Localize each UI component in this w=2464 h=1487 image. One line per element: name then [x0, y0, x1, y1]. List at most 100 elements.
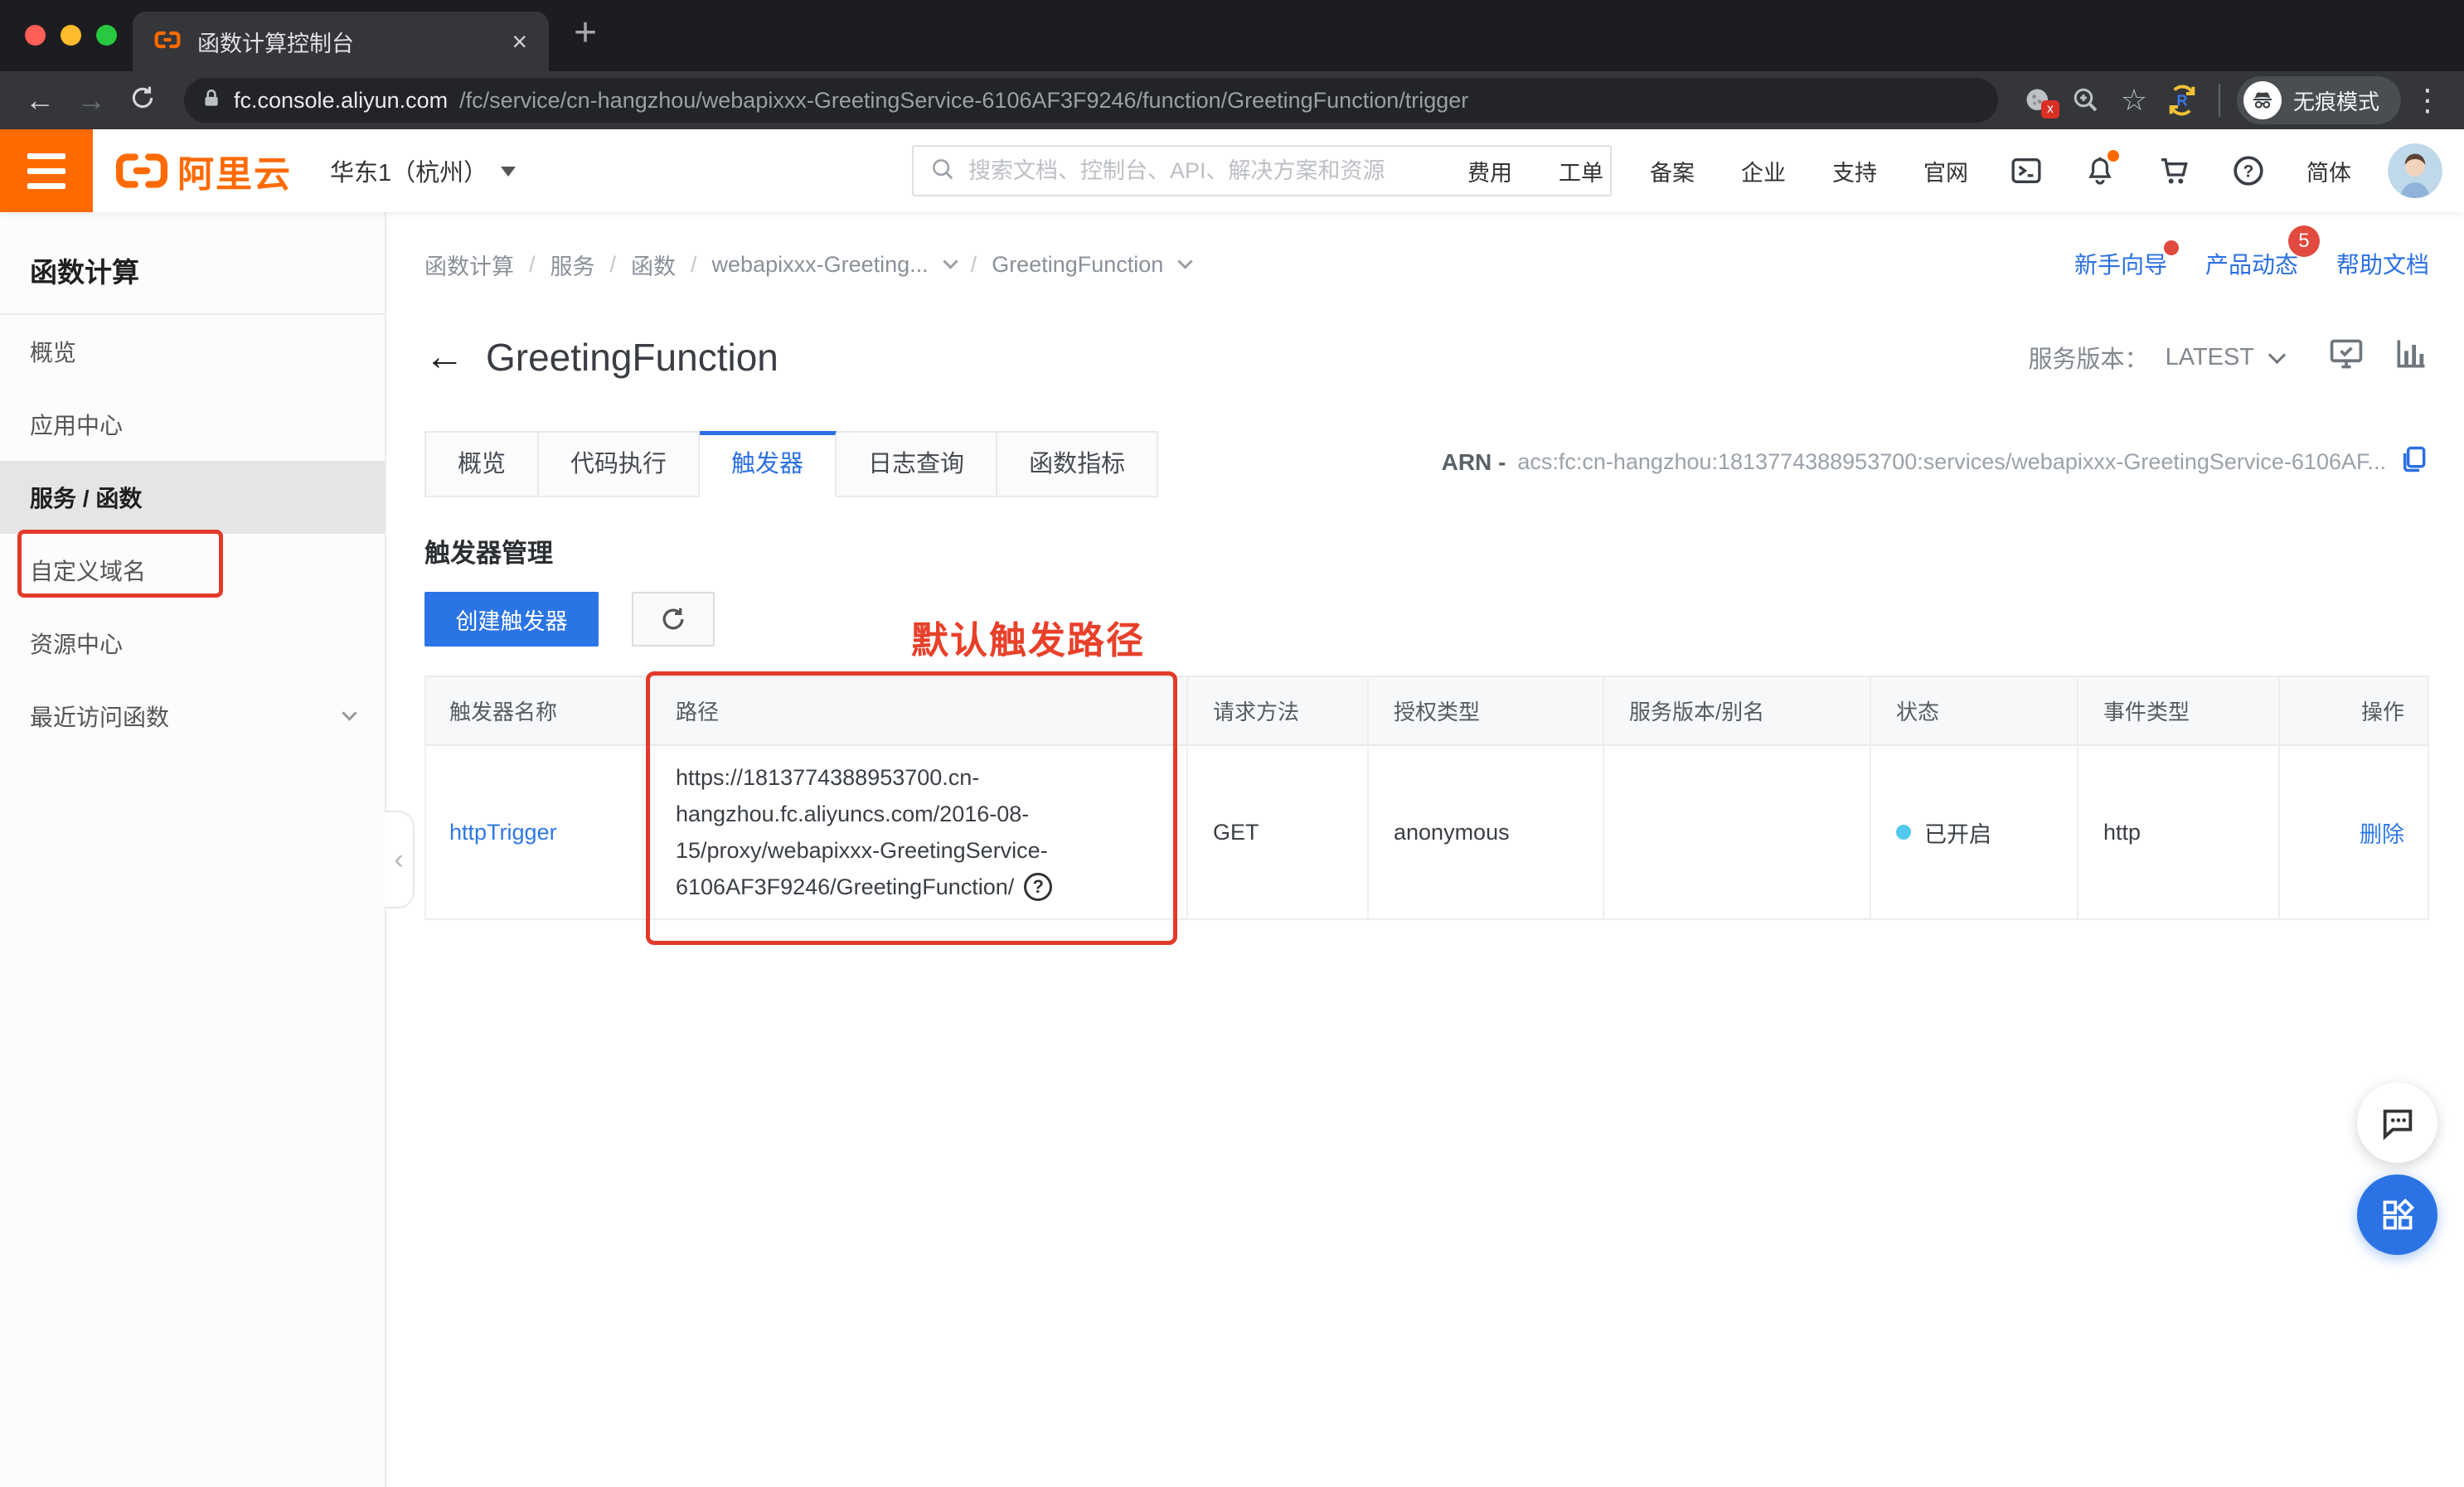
- minimize-window-button[interactable]: [61, 25, 81, 46]
- language-selector[interactable]: 简体: [2306, 155, 2351, 187]
- breadcrumb-function-name[interactable]: GreetingFunction: [992, 252, 1163, 278]
- tab-logs[interactable]: 日志查询: [837, 431, 998, 497]
- lock-icon: [201, 88, 222, 114]
- trigger-name-link[interactable]: httpTrigger: [449, 820, 557, 845]
- sidebar: 函数计算 概览 应用中心 服务 / 函数 自定义域名 资源中心 最近访问函数: [0, 212, 386, 1487]
- tab-code[interactable]: 代码执行: [539, 431, 701, 497]
- version-value: LATEST: [2165, 343, 2254, 371]
- news-badge: 5: [2287, 225, 2320, 257]
- close-window-button[interactable]: [25, 25, 46, 46]
- fullscreen-window-button[interactable]: [96, 25, 117, 46]
- aliyun-logo-icon: [116, 153, 167, 188]
- back-arrow-icon[interactable]: ←: [424, 337, 464, 377]
- back-icon[interactable]: ←: [18, 85, 61, 115]
- sidebar-item-recent-functions[interactable]: 最近访问函数: [0, 680, 385, 753]
- screenshot-root: 函数计算控制台 × + ← → fc.console.aliyun.com/fc…: [0, 0, 2464, 1487]
- refresh-button[interactable]: [632, 592, 715, 647]
- browser-menu-icon[interactable]: ⋮: [2409, 83, 2446, 118]
- sidebar-item-app-center[interactable]: 应用中心: [0, 388, 385, 461]
- service-version-selector[interactable]: 服务版本： LATEST: [2029, 336, 2429, 379]
- trigger-actions: 创建触发器: [424, 592, 715, 647]
- region-selector[interactable]: 华东1（杭州）: [330, 153, 517, 188]
- nav-link-website[interactable]: 官网: [1923, 155, 1968, 187]
- search-icon: [930, 157, 955, 186]
- feedback-chat-button[interactable]: [2357, 1083, 2437, 1163]
- tab-title: 函数计算控制台: [197, 31, 354, 56]
- breadcrumb-function[interactable]: 函数: [631, 249, 676, 281]
- table-row: httpTrigger https://1813774388953700.cn-…: [424, 746, 2429, 920]
- col-method: 请求方法: [1186, 676, 1367, 746]
- browser-toolbar: ← → fc.console.aliyun.com/fc/service/cn-…: [0, 71, 2464, 129]
- bookmark-star-icon[interactable]: ☆: [2114, 85, 2154, 115]
- breadcrumb-fc[interactable]: 函数计算: [424, 249, 514, 281]
- sidebar-item-overview[interactable]: 概览: [0, 315, 385, 388]
- browser-tab[interactable]: 函数计算控制台 ×: [133, 12, 549, 71]
- zoom-icon[interactable]: [2066, 85, 2106, 115]
- nav-link-tickets[interactable]: 工单: [1559, 155, 1603, 187]
- aliyun-logo[interactable]: 阿里云: [116, 144, 292, 197]
- tab-overview[interactable]: 概览: [424, 431, 540, 497]
- svg-text:R: R: [2176, 92, 2187, 109]
- nav-link-enterprise[interactable]: 企业: [1741, 155, 1786, 187]
- tab-favicon-aliyun-icon: [154, 29, 181, 55]
- nav-link-icp[interactable]: 备案: [1650, 155, 1695, 187]
- arn-label: ARN -: [1441, 448, 1506, 475]
- trigger-method: GET: [1186, 746, 1367, 920]
- chat-icon: [2383, 1109, 2412, 1141]
- create-trigger-button[interactable]: 创建触发器: [424, 592, 599, 647]
- reload-icon[interactable]: [121, 84, 164, 117]
- tab-triggers[interactable]: 触发器: [700, 431, 837, 497]
- breadcrumb-service-name[interactable]: webapixxx-Greeting...: [712, 252, 929, 278]
- incognito-badge: 无痕模式: [2236, 76, 2401, 124]
- arn-display: ARN - acs:fc:cn-hangzhou:181377438895370…: [1442, 443, 2429, 497]
- hamburger-menu-button[interactable]: [0, 129, 93, 212]
- monitor-check-icon[interactable]: [2328, 336, 2365, 379]
- forward-icon[interactable]: →: [70, 85, 113, 115]
- trigger-auth: anonymous: [1367, 746, 1603, 920]
- question-circle-icon[interactable]: ?: [1024, 873, 1053, 901]
- bar-chart-icon[interactable]: [2393, 336, 2429, 379]
- new-tab-button[interactable]: +: [574, 13, 597, 53]
- page-title-row: ← GreetingFunction 服务版本： LATEST: [424, 335, 2429, 380]
- table-header-row: 触发器名称 路径 请求方法 授权类型 服务版本/别名 状态 事件类型 操作: [424, 676, 2429, 746]
- trigger-table: 触发器名称 路径 请求方法 授权类型 服务版本/别名 状态 事件类型 操作 ht…: [424, 676, 2429, 920]
- tab-close-icon[interactable]: ×: [512, 28, 527, 55]
- col-auth: 授权类型: [1367, 676, 1603, 746]
- cart-icon[interactable]: [2157, 154, 2190, 187]
- url-path: /fc/service/cn-hangzhou/webapixxx-Greeti…: [459, 87, 1469, 113]
- url-bar[interactable]: fc.console.aliyun.com/fc/service/cn-hang…: [184, 78, 1998, 123]
- window-controls[interactable]: [25, 25, 117, 46]
- nav-link-support[interactable]: 支持: [1832, 155, 1877, 187]
- topnav-right: 费用 工单 备案 企业 支持 官网 ? 简体: [1421, 129, 2442, 212]
- incognito-icon: [2243, 81, 2282, 119]
- help-icon[interactable]: ?: [2232, 154, 2265, 187]
- app-grid-button[interactable]: [2357, 1175, 2437, 1255]
- main-content: 函数计算 / 服务 / 函数 / webapixxx-Greeting... /…: [388, 212, 2464, 1487]
- avatar[interactable]: [2388, 143, 2442, 198]
- cookie-blocked-icon[interactable]: x: [2018, 85, 2059, 119]
- extension-icon[interactable]: R: [2162, 84, 2202, 117]
- breadcrumb-service[interactable]: 服务: [551, 249, 595, 281]
- sidebar-item-custom-domains[interactable]: 自定义域名: [0, 534, 385, 607]
- copy-icon[interactable]: [2398, 443, 2429, 481]
- tab-metrics[interactable]: 函数指标: [997, 431, 1159, 497]
- col-version-alias: 服务版本/别名: [1603, 676, 1870, 746]
- cloudshell-icon[interactable]: [2010, 154, 2043, 187]
- col-trigger-name: 触发器名称: [424, 676, 649, 746]
- trigger-path-cell: https://1813774388953700.cn- hangzhou.fc…: [649, 746, 1186, 920]
- chevron-down-icon[interactable]: [942, 254, 958, 269]
- col-actions: 操作: [2278, 676, 2429, 746]
- grid-icon: [2383, 1198, 2414, 1229]
- sidebar-item-resource-center[interactable]: 资源中心: [0, 607, 385, 680]
- sidebar-item-services-functions[interactable]: 服务 / 函数: [0, 461, 385, 534]
- toolbar-divider: [2218, 84, 2220, 117]
- nav-link-billing[interactable]: 费用: [1467, 155, 1512, 187]
- product-news-link[interactable]: 产品动态 5: [2205, 225, 2320, 280]
- notifications-bell-icon[interactable]: [2084, 150, 2119, 186]
- chevron-down-icon[interactable]: [1177, 254, 1194, 269]
- delete-trigger-link[interactable]: 删除: [2360, 816, 2404, 849]
- help-docs-link[interactable]: 帮助文档: [2336, 247, 2429, 280]
- guide-link[interactable]: 新手向导: [2074, 240, 2179, 280]
- sidebar-collapse-handle[interactable]: ‹: [385, 811, 415, 908]
- cookie-badge: x: [2040, 100, 2059, 119]
